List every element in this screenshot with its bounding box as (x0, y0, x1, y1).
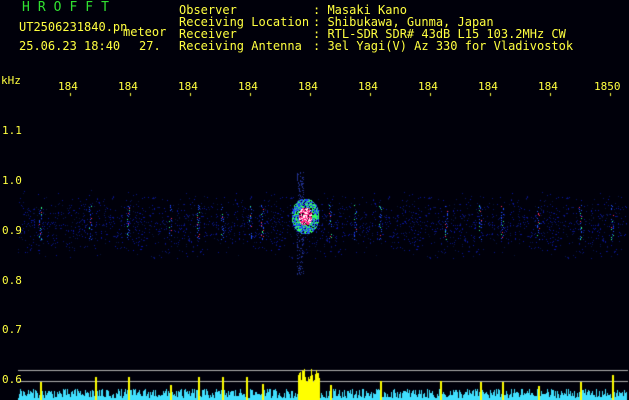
y-tick-label: 1.1 (2, 124, 22, 137)
x-tick-label: 184 (58, 80, 78, 93)
y-tick-label: 0.6 (2, 373, 22, 386)
x-tick-label: 184 (418, 80, 438, 93)
x-tick-label: 184 (538, 80, 558, 93)
antenna-label: Receiving Antenna (179, 39, 302, 53)
app-name: HROFFT (22, 0, 117, 15)
y-tick-label: 0.7 (2, 323, 22, 336)
x-tick-label: 184 (358, 80, 378, 93)
y-tick-label: 0.9 (2, 224, 22, 237)
antenna-value: : 3el Yagi(V) Az 330 for Vladivostok (313, 39, 574, 53)
hrofft-display: HROFFT UT2506231840.pn meteor 25.06.23 1… (0, 0, 629, 400)
x-tick-label: 184 (118, 80, 138, 93)
file-name: UT2506231840.pn (19, 20, 128, 34)
y-tick-label: 1.0 (2, 174, 22, 187)
spectrogram-canvas (0, 0, 629, 400)
mode-label: meteor (123, 25, 167, 39)
counter-label: 27. (139, 39, 161, 53)
x-tick-label: 184 (478, 80, 498, 93)
x-tick-label: 1850 (594, 80, 621, 93)
x-tick-label: 184 (238, 80, 258, 93)
x-tick-label: 184 (178, 80, 198, 93)
x-tick-label: 184 (298, 80, 318, 93)
y-unit-label: kHz (1, 74, 21, 87)
datetime-label: 25.06.23 18:40 (19, 39, 121, 53)
y-tick-label: 0.8 (2, 274, 22, 287)
